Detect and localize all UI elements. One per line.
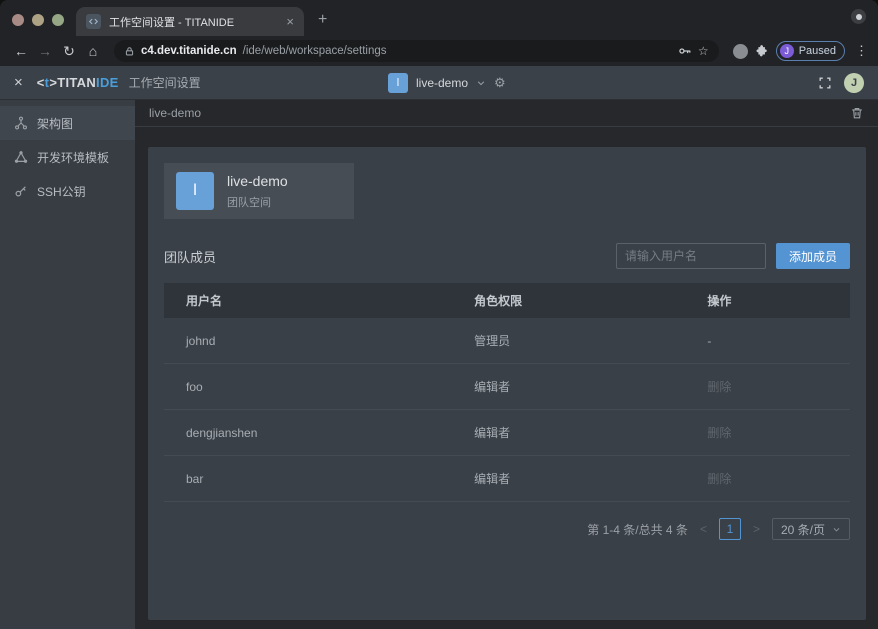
zoom-window-icon[interactable] xyxy=(52,14,64,26)
architecture-diagram-icon xyxy=(14,116,28,130)
delete-member-link[interactable]: 删除 xyxy=(707,472,731,486)
sidebar-item-label: 开发环境模板 xyxy=(37,149,109,166)
logo-bracket-open: < xyxy=(37,75,45,90)
tab-close-icon[interactable]: × xyxy=(286,15,294,28)
ssh-key-icon xyxy=(14,184,28,198)
member-role: 管理员 xyxy=(452,318,685,364)
main-content: live-demo l live-demo 团队空间 团队成员 xyxy=(135,100,878,629)
members-header: 团队成员 添加成员 xyxy=(164,243,850,269)
workspace-avatar: l xyxy=(388,73,408,93)
browser-profile-icon[interactable] xyxy=(851,9,866,24)
url-domain: c4.dev.titanide.cn xyxy=(141,45,237,57)
col-actions: 操作 xyxy=(685,283,850,318)
workspace-settings-gear-icon[interactable]: ⚙ xyxy=(494,75,506,91)
username-search-input[interactable] xyxy=(616,243,766,269)
fullscreen-icon[interactable] xyxy=(818,76,832,90)
reload-icon[interactable]: ↻ xyxy=(58,43,80,60)
back-icon[interactable]: ← xyxy=(10,43,32,59)
page-size-value: 20 条/页 xyxy=(781,521,825,538)
add-member-button[interactable]: 添加成员 xyxy=(776,243,850,269)
col-username: 用户名 xyxy=(164,283,452,318)
member-role: 编辑者 xyxy=(452,410,685,456)
workspace-card-avatar: l xyxy=(176,172,214,210)
app-header: × <t>TITANIDE 工作空间设置 l live-demo ⚙ J xyxy=(0,66,878,100)
sidebar: 架构图 开发环境模板 SSH公钥 xyxy=(0,100,135,629)
settings-panel: l live-demo 团队空间 团队成员 添加成员 xyxy=(148,147,866,620)
pagination: 第 1-4 条/总共 4 条 < 1 > 20 条/页 xyxy=(164,518,850,540)
table-row: foo 编辑者 删除 xyxy=(164,364,850,410)
members-table: 用户名 角色权限 操作 johnd 管理员 - foo xyxy=(164,283,850,502)
extensions-puzzle-icon[interactable] xyxy=(754,44,768,58)
traffic-lights xyxy=(12,14,64,26)
forward-icon[interactable]: → xyxy=(34,43,56,59)
app-close-icon[interactable]: × xyxy=(14,74,23,91)
member-username: foo xyxy=(164,364,452,410)
password-key-icon[interactable] xyxy=(678,44,692,58)
address-bar[interactable]: c4.dev.titanide.cn /ide/web/workspace/se… xyxy=(114,40,719,62)
workspace-name: live-demo xyxy=(416,76,468,90)
bookmark-star-icon[interactable]: ☆ xyxy=(698,44,709,58)
logo-titan: TITAN xyxy=(57,75,96,90)
logo-ide: IDE xyxy=(96,75,119,90)
sidebar-item-ssh-key[interactable]: SSH公钥 xyxy=(0,174,135,208)
chevron-down-icon xyxy=(832,525,841,534)
profile-avatar: J xyxy=(780,44,794,58)
member-username: johnd xyxy=(164,318,452,364)
breadcrumb: live-demo xyxy=(149,106,201,120)
next-page-icon[interactable]: > xyxy=(751,522,762,536)
lock-icon[interactable] xyxy=(124,46,135,57)
tab-title: 工作空间设置 - TITANIDE xyxy=(109,14,278,30)
profile-paused-chip[interactable]: J Paused xyxy=(776,41,845,61)
member-role: 编辑者 xyxy=(452,364,685,410)
sidebar-item-architecture[interactable]: 架构图 xyxy=(0,106,135,140)
workspace-card-type: 团队空间 xyxy=(227,194,288,210)
url-path: /ide/web/workspace/settings xyxy=(243,45,387,57)
member-username: dengjianshen xyxy=(164,410,452,456)
chevron-down-icon[interactable] xyxy=(476,78,486,88)
titanide-logo: <t>TITANIDE xyxy=(37,75,119,90)
table-row: bar 编辑者 删除 xyxy=(164,456,850,502)
page-title: 工作空间设置 xyxy=(129,74,201,91)
member-action-none: - xyxy=(685,318,850,364)
delete-member-link[interactable]: 删除 xyxy=(707,426,731,440)
close-window-icon[interactable] xyxy=(12,14,24,26)
extension-icon[interactable] xyxy=(733,44,748,59)
tab-strip: 工作空间设置 - TITANIDE × + xyxy=(0,0,878,36)
browser-toolbar: ← → ↻ ⌂ c4.dev.titanide.cn /ide/web/work… xyxy=(0,36,878,66)
page-number-button[interactable]: 1 xyxy=(719,518,741,540)
member-role: 编辑者 xyxy=(452,456,685,502)
workspace-selector[interactable]: l live-demo ⚙ xyxy=(388,73,506,93)
col-role: 角色权限 xyxy=(452,283,685,318)
sidebar-item-dev-env-template[interactable]: 开发环境模板 xyxy=(0,140,135,174)
members-title: 团队成员 xyxy=(164,247,216,266)
table-row: dengjianshen 编辑者 删除 xyxy=(164,410,850,456)
minimize-window-icon[interactable] xyxy=(32,14,44,26)
new-tab-button[interactable]: + xyxy=(318,11,327,29)
page-size-select[interactable]: 20 条/页 xyxy=(772,518,850,540)
titanide-favicon-icon xyxy=(86,14,101,29)
table-header-row: 用户名 角色权限 操作 xyxy=(164,283,850,318)
user-avatar[interactable]: J xyxy=(844,73,864,93)
browser-window: 工作空间设置 - TITANIDE × + ← → ↻ ⌂ c4.dev.tit… xyxy=(0,0,878,629)
delete-member-link[interactable]: 删除 xyxy=(707,380,731,394)
member-username: bar xyxy=(164,456,452,502)
pagination-summary: 第 1-4 条/总共 4 条 xyxy=(587,521,688,538)
template-triangle-icon xyxy=(14,150,28,164)
sidebar-item-label: 架构图 xyxy=(37,115,73,132)
workspace-card: l live-demo 团队空间 xyxy=(164,163,354,219)
workspace-card-name: live-demo xyxy=(227,173,288,189)
home-icon[interactable]: ⌂ xyxy=(82,43,104,59)
browser-tab[interactable]: 工作空间设置 - TITANIDE × xyxy=(76,7,304,36)
breadcrumb-bar: live-demo xyxy=(135,100,878,127)
paused-label: Paused xyxy=(799,45,836,57)
sidebar-item-label: SSH公钥 xyxy=(37,183,86,200)
prev-page-icon[interactable]: < xyxy=(698,522,709,536)
table-row: johnd 管理员 - xyxy=(164,318,850,364)
browser-menu-icon[interactable]: ⋮ xyxy=(855,43,868,59)
delete-workspace-trash-icon[interactable] xyxy=(850,106,864,120)
